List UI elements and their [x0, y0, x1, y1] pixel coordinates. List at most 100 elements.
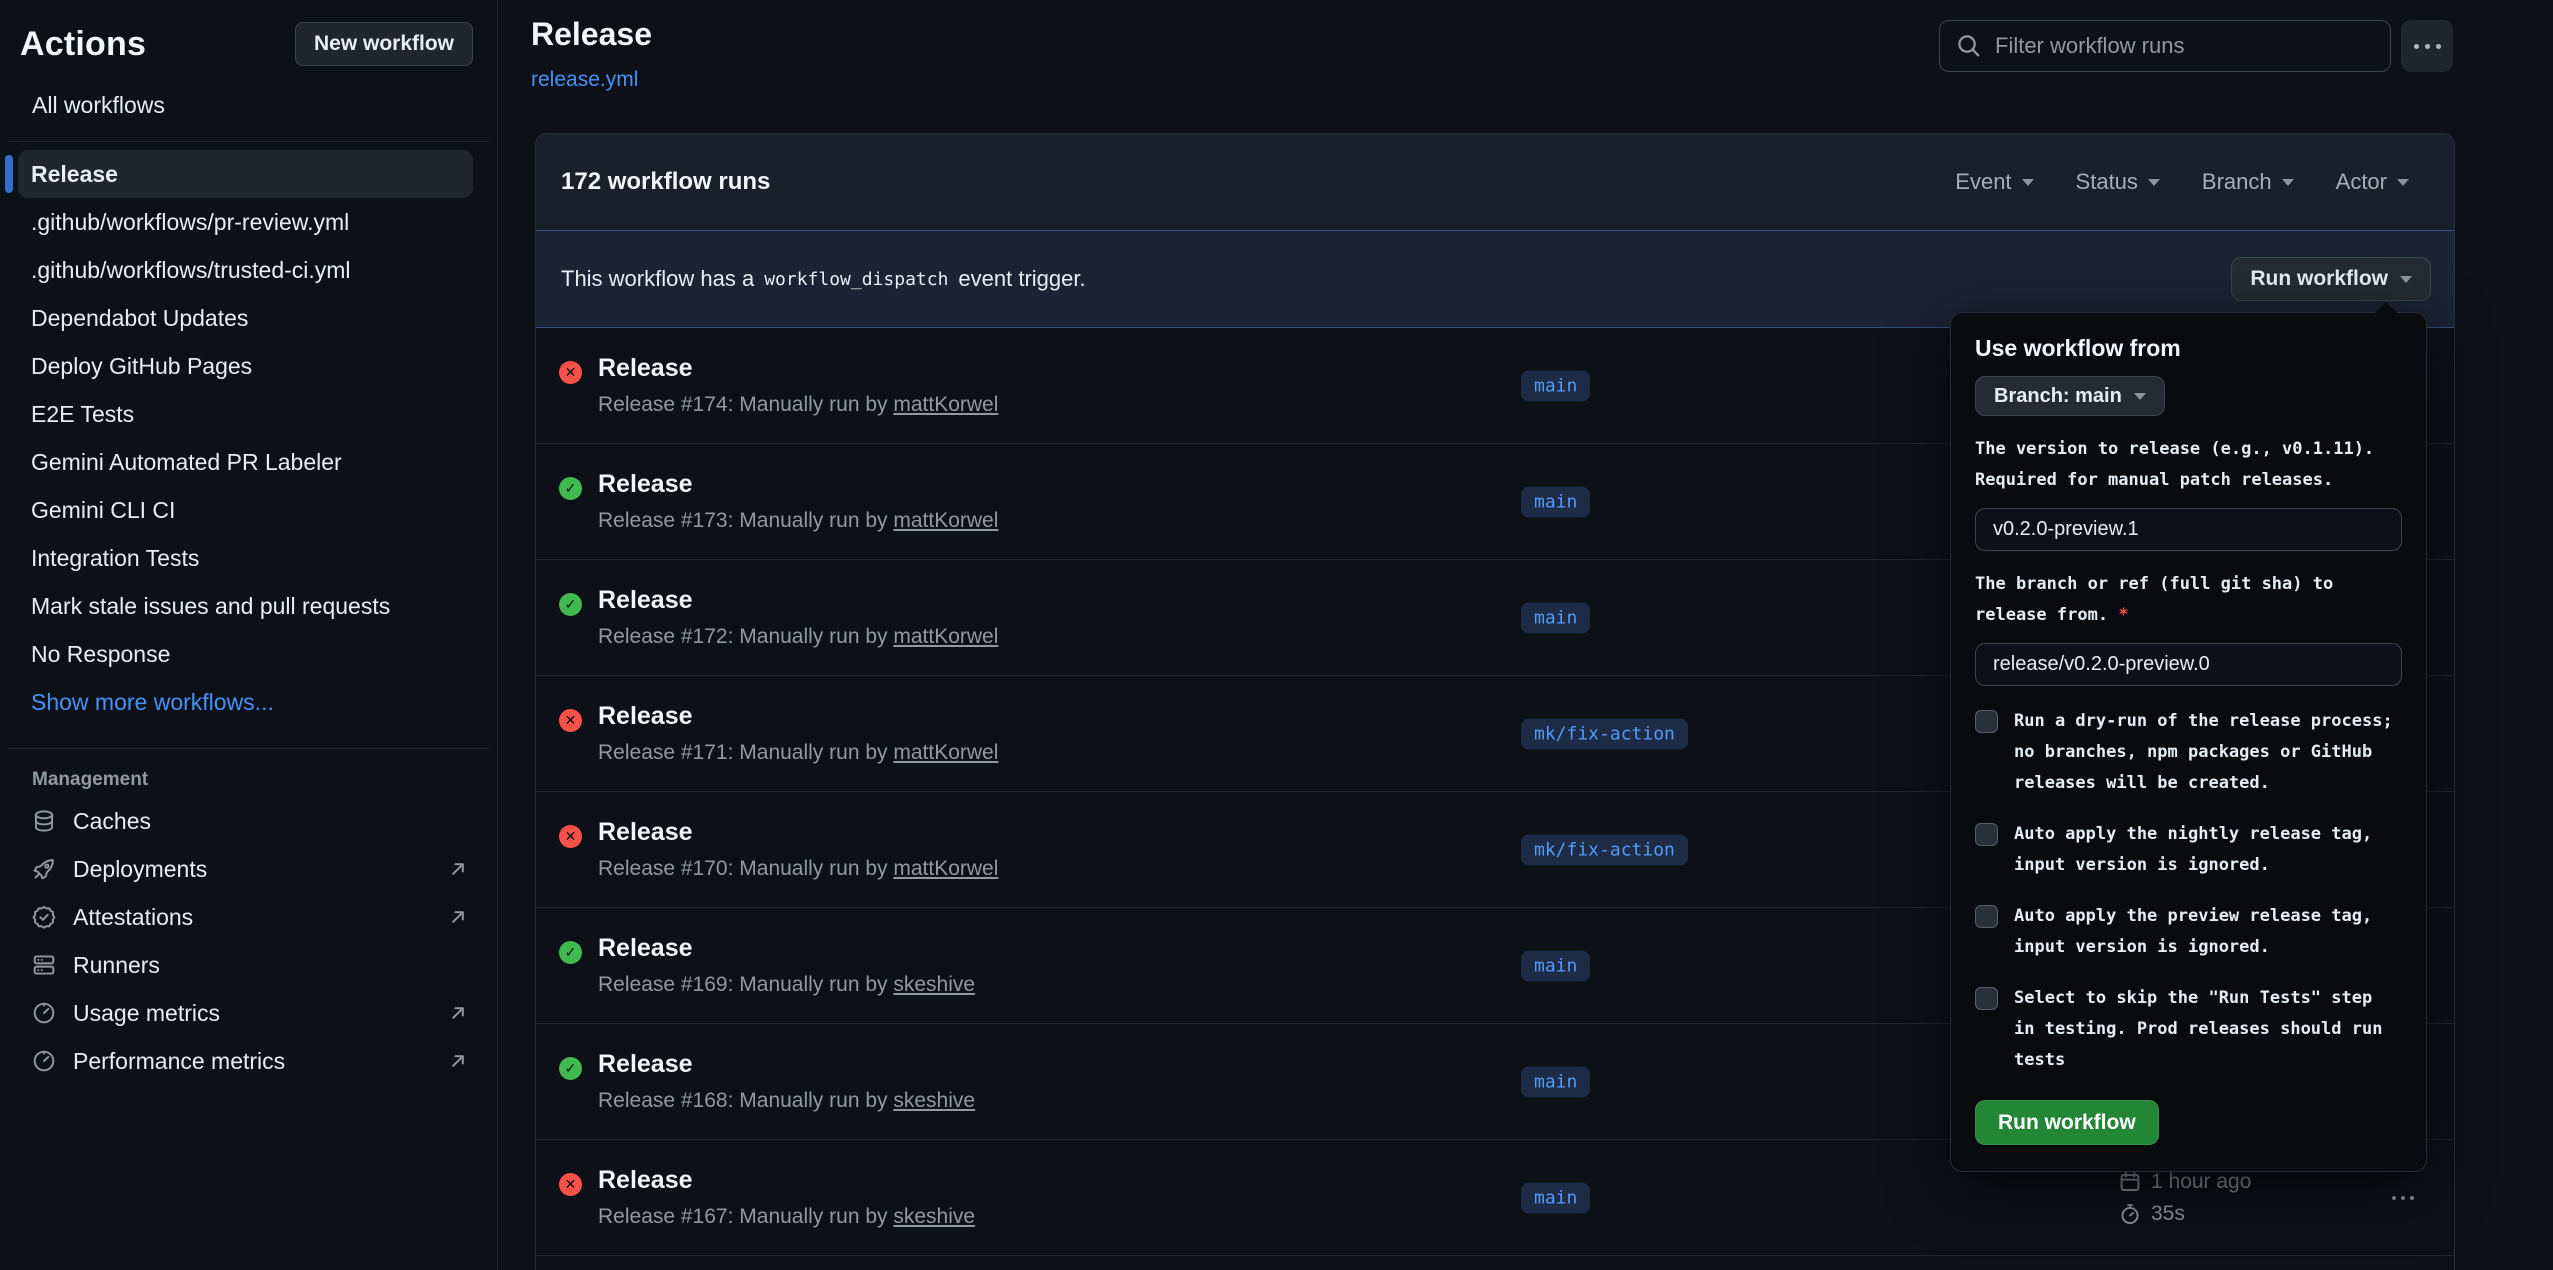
management-item-label: Caches	[73, 808, 469, 835]
sidebar-workflow-item[interactable]: No Response	[18, 630, 473, 678]
sidebar-workflow-item[interactable]: Dependabot Updates	[18, 294, 473, 342]
run-workflow-submit-button[interactable]: Run workflow	[1975, 1100, 2159, 1145]
run-title-link[interactable]: Release	[598, 586, 998, 615]
sidebar-workflow-item[interactable]: Mark stale issues and pull requests	[18, 582, 473, 630]
search-input[interactable]	[1995, 33, 2374, 59]
page-header: Release release.yml	[498, 0, 2553, 133]
run-description: Release #169: Manually run by skeshive	[598, 973, 975, 997]
run-title-link[interactable]: Release	[598, 934, 975, 963]
sidebar-divider	[8, 748, 489, 749]
arrow-up-right-icon	[447, 1002, 469, 1024]
actor-link[interactable]: mattKorwel	[893, 393, 998, 416]
sidebar-workflow-item[interactable]: .github/workflows/pr-review.yml	[18, 198, 473, 246]
sidebar-workflow-label: Gemini Automated PR Labeler	[31, 449, 342, 476]
actor-link[interactable]: mattKorwel	[893, 509, 998, 532]
sidebar-workflow-item[interactable]: E2E Tests	[18, 390, 473, 438]
server-icon	[32, 953, 56, 977]
workflow-checkbox-row[interactable]: Auto apply the preview release tag, inpu…	[1975, 901, 2402, 963]
arrow-up-right-icon	[447, 858, 469, 880]
run-description: Release #170: Manually run by mattKorwel	[598, 857, 998, 881]
branch-badge[interactable]: main	[1521, 1182, 1590, 1213]
branch-badge[interactable]: main	[1521, 602, 1590, 633]
run-workflow-dropdown-button[interactable]: Run workflow	[2231, 257, 2431, 301]
checkbox[interactable]	[1975, 987, 1998, 1010]
branch-select-button[interactable]: Branch: main	[1975, 376, 2165, 416]
sidebar-workflow-item[interactable]: Gemini CLI CI	[18, 486, 473, 534]
sidebar-divider	[8, 141, 489, 142]
run-kebab-button[interactable]	[2382, 1186, 2424, 1210]
filter-dropdown[interactable]: Status	[2076, 169, 2160, 195]
branch-badge[interactable]: main	[1521, 950, 1590, 981]
sidebar-workflow-item[interactable]: Release	[18, 150, 473, 198]
checkbox-label: Auto apply the preview release tag, inpu…	[2014, 901, 2402, 963]
arrow-up-right-icon	[447, 1050, 469, 1072]
use-workflow-from-heading: Use workflow from	[1975, 335, 2402, 362]
new-workflow-button[interactable]: New workflow	[295, 22, 473, 66]
checkbox-label: Run a dry-run of the release process; no…	[2014, 706, 2402, 799]
filter-label: Event	[1955, 169, 2011, 195]
sidebar-workflow-item[interactable]: Deploy GitHub Pages	[18, 342, 473, 390]
branch-badge[interactable]: mk/fix-action	[1521, 834, 1688, 865]
run-title-link[interactable]: Release	[598, 470, 998, 499]
actor-link[interactable]: skeshive	[893, 1205, 975, 1228]
verified-icon	[32, 905, 56, 929]
checkbox[interactable]	[1975, 823, 1998, 846]
run-description: Release #167: Manually run by skeshive	[598, 1205, 975, 1229]
management-list: Caches Deployments Attestations Runners	[0, 797, 497, 1085]
workflow-checkbox-row[interactable]: Select to skip the "Run Tests" step in t…	[1975, 983, 2402, 1076]
sidebar-workflow-label: Release	[31, 161, 118, 188]
sidebar-management-item[interactable]: Performance metrics	[0, 1037, 497, 1085]
actor-link[interactable]: skeshive	[893, 1089, 975, 1112]
branch-badge[interactable]: mk/fix-action	[1521, 718, 1688, 749]
run-title-link[interactable]: Release	[598, 1166, 975, 1195]
filter-dropdown[interactable]: Event	[1955, 169, 2033, 195]
branch-badge[interactable]: main	[1521, 486, 1590, 517]
show-more-workflows-link[interactable]: Show more workflows...	[0, 678, 497, 726]
workflow-options-kebab-button[interactable]	[2401, 20, 2453, 72]
sidebar-item-all-workflows[interactable]: All workflows	[32, 92, 497, 119]
sidebar-workflow-item[interactable]: Integration Tests	[18, 534, 473, 582]
sidebar-workflow-item[interactable]: .github/workflows/trusted-ci.yml	[18, 246, 473, 294]
run-title-link[interactable]: Release	[598, 702, 998, 731]
ref-input[interactable]	[1975, 643, 2402, 686]
run-title-link[interactable]: Release	[598, 354, 998, 383]
sidebar-workflow-item[interactable]: Gemini Automated PR Labeler	[18, 438, 473, 486]
filter-dropdown[interactable]: Actor	[2336, 169, 2409, 195]
checkbox[interactable]	[1975, 905, 1998, 928]
management-item-label: Attestations	[73, 904, 430, 931]
sidebar-management-item[interactable]: Runners	[0, 941, 497, 989]
sidebar-workflow-label: Mark stale issues and pull requests	[31, 593, 390, 620]
checkbox[interactable]	[1975, 710, 1998, 733]
workflow-checkbox-row[interactable]: Auto apply the nightly release tag, inpu…	[1975, 819, 2402, 881]
filter-dropdown[interactable]: Branch	[2202, 169, 2294, 195]
filter-workflow-runs-searchbox[interactable]	[1939, 20, 2391, 72]
arrow-up-right-icon	[447, 906, 469, 928]
workflow-checkbox-row[interactable]: Run a dry-run of the release process; no…	[1975, 706, 2402, 799]
main-content: Release release.yml 172 workflow runs Ev…	[498, 0, 2553, 1270]
workflow-input-checkboxes: Run a dry-run of the release process; no…	[1975, 706, 2402, 1076]
chevron-down-icon	[2397, 179, 2409, 186]
run-title-link[interactable]: Release	[598, 818, 998, 847]
workflow-file-link[interactable]: release.yml	[531, 68, 638, 92]
success-icon: ✓	[559, 477, 582, 500]
actor-link[interactable]: skeshive	[893, 973, 975, 996]
actor-link[interactable]: mattKorwel	[893, 625, 998, 648]
actor-link[interactable]: mattKorwel	[893, 857, 998, 880]
version-input[interactable]	[1975, 508, 2402, 551]
page-title: Release	[531, 16, 652, 53]
actor-link[interactable]: mattKorwel	[893, 741, 998, 764]
meter-icon	[32, 1001, 56, 1025]
sidebar-management-item[interactable]: Caches	[0, 797, 497, 845]
sidebar-management-item[interactable]: Attestations	[0, 893, 497, 941]
branch-badge[interactable]: main	[1521, 370, 1590, 401]
sidebar-workflow-label: Gemini CLI CI	[31, 497, 175, 524]
chevron-down-icon	[2148, 179, 2160, 186]
calendar-icon	[2119, 1171, 2141, 1193]
branch-badge[interactable]: main	[1521, 1066, 1590, 1097]
sidebar-workflow-label: .github/workflows/pr-review.yml	[31, 209, 349, 236]
workflow-list: Release .github/workflows/pr-review.yml …	[0, 150, 497, 678]
sidebar-management-item[interactable]: Usage metrics	[0, 989, 497, 1037]
sidebar-management-item[interactable]: Deployments	[0, 845, 497, 893]
run-duration: 35s	[2151, 1202, 2185, 1226]
run-title-link[interactable]: Release	[598, 1050, 975, 1079]
